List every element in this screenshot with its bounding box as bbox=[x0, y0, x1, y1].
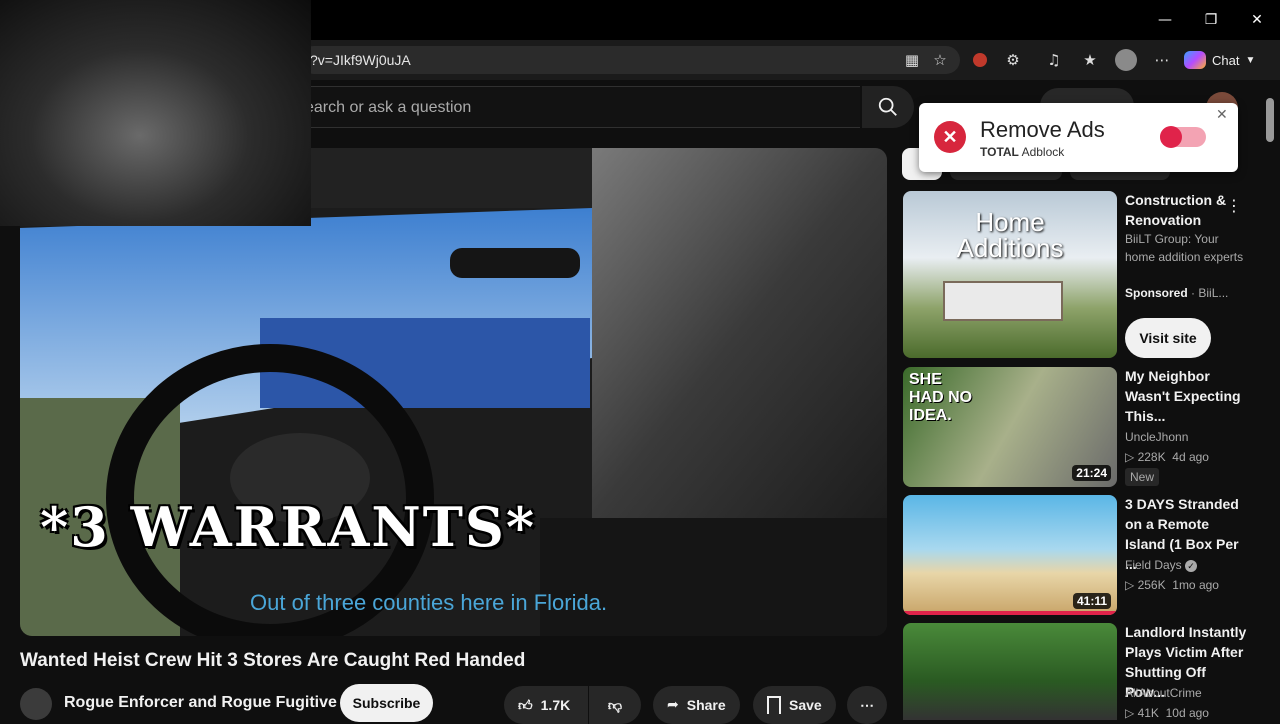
watch-progress-bar bbox=[903, 611, 1117, 615]
bookmark-icon bbox=[767, 696, 781, 714]
channel-name[interactable]: Rogue Enforcer and Rogue Fugitive bbox=[64, 694, 337, 712]
close-popup-icon[interactable]: ✕ bbox=[1216, 107, 1228, 123]
chevron-down-icon: ▼ bbox=[1245, 54, 1256, 66]
ad-sponsored-line: Sponsored · BiiL... bbox=[1125, 286, 1229, 300]
ad-more-vertical-icon[interactable]: ⋮ bbox=[1226, 196, 1242, 215]
close-icon[interactable]: ✕ bbox=[1234, 0, 1280, 40]
chat-label: Chat bbox=[1212, 52, 1240, 68]
new-badge: New bbox=[1125, 468, 1160, 486]
thumbs-up-icon: 👍︎ bbox=[518, 697, 533, 714]
video-title: Wanted Heist Crew Hit 3 Stores Are Caugh… bbox=[20, 650, 526, 671]
share-button[interactable]: ➦ Share bbox=[653, 686, 740, 724]
video-caption: Out of three counties here in Florida. bbox=[250, 590, 608, 615]
adblock-brand-bold: TOTAL bbox=[980, 145, 1019, 159]
house-shape bbox=[943, 281, 1063, 321]
copilot-chat-button[interactable]: Chat ▼ bbox=[1184, 46, 1274, 74]
restore-icon[interactable]: ❐ bbox=[1188, 0, 1234, 40]
video-thumbnail[interactable] bbox=[903, 623, 1117, 720]
favorites-icon[interactable]: ★ bbox=[1078, 48, 1102, 72]
verified-check-icon: ✓ bbox=[1185, 560, 1198, 572]
more-actions-button[interactable]: ⋯ bbox=[847, 686, 887, 724]
upload-age: 10d ago bbox=[1165, 706, 1209, 720]
video-duration: 21:24 bbox=[1072, 465, 1111, 481]
app-available-icon[interactable]: ▦ bbox=[900, 48, 924, 72]
ad-thumb-text-2: Additions bbox=[956, 233, 1064, 263]
subscribe-button[interactable]: Subscribe bbox=[340, 684, 433, 722]
view-count: 41K bbox=[1137, 706, 1159, 720]
visit-site-button[interactable]: Visit site bbox=[1125, 318, 1211, 358]
adblock-x-icon: ✕ bbox=[934, 121, 966, 153]
video-channel[interactable]: AllAboutCrime bbox=[1125, 684, 1202, 702]
view-count: 228K bbox=[1137, 450, 1166, 464]
video-thumbnail[interactable]: SHE HAD NO IDEA. 21:24 bbox=[903, 367, 1117, 487]
profile-avatar-icon[interactable] bbox=[1114, 48, 1138, 72]
extensions-icon[interactable]: ⚙ bbox=[1001, 48, 1025, 72]
adblock-toggle-knob[interactable] bbox=[1160, 126, 1182, 148]
share-arrow-icon: ➦ bbox=[667, 697, 679, 713]
video-channel[interactable]: UncleJhonn bbox=[1125, 428, 1188, 446]
dislike-button[interactable]: 👎︎ bbox=[589, 686, 641, 724]
sponsor-name: BiiL... bbox=[1198, 286, 1229, 300]
save-label: Save bbox=[789, 697, 822, 713]
like-count: 1.7K bbox=[540, 697, 571, 713]
media-control-icon[interactable]: ♫ bbox=[1042, 48, 1066, 72]
video-thumbnail[interactable]: 41:11 bbox=[903, 495, 1117, 615]
extension-adblock-icon[interactable] bbox=[968, 48, 992, 72]
copilot-icon bbox=[1184, 51, 1206, 69]
more-options-icon[interactable]: ⋯ bbox=[1150, 48, 1174, 72]
thumb-overlay-text: SHE HAD NO IDEA. bbox=[909, 371, 973, 424]
channel-avatar[interactable] bbox=[20, 688, 52, 720]
video-duration: 41:11 bbox=[1072, 593, 1111, 609]
video-channel-row: Field Days ✓ bbox=[1125, 556, 1198, 574]
video-overlay-text: *3 WARRANTS* bbox=[40, 495, 537, 559]
favorite-star-icon[interactable]: ☆ bbox=[928, 48, 952, 72]
save-button[interactable]: Save bbox=[753, 686, 836, 724]
search-icon bbox=[878, 97, 897, 116]
share-label: Share bbox=[686, 697, 726, 713]
video-stats: ▷ 41K 10d ago bbox=[1125, 706, 1209, 720]
thumbs-down-icon: 👎︎ bbox=[607, 697, 623, 714]
ad-title[interactable]: Construction & Renovation bbox=[1125, 190, 1227, 230]
adblock-title: Remove Ads bbox=[980, 117, 1105, 142]
sponsored-label: Sponsored bbox=[1125, 286, 1188, 300]
minimize-icon[interactable]: — bbox=[1142, 0, 1188, 40]
video-title[interactable]: My Neighbor Wasn't Expecting This... bbox=[1125, 366, 1247, 426]
adblock-brand: TOTAL Adblock bbox=[980, 145, 1064, 159]
upload-age: 1mo ago bbox=[1172, 578, 1219, 592]
view-count: 256K bbox=[1137, 578, 1166, 592]
video-channel[interactable]: Field Days bbox=[1125, 558, 1182, 572]
more-horizontal-icon: ⋯ bbox=[860, 696, 874, 713]
scrollbar-thumb[interactable] bbox=[1266, 98, 1274, 142]
webcam-overlay bbox=[0, 0, 311, 226]
upload-age: 4d ago bbox=[1172, 450, 1209, 464]
adblock-brand-rest: Adblock bbox=[1021, 145, 1065, 159]
video-stats: ▷ 228K 4d ago bbox=[1125, 450, 1209, 464]
search-button[interactable] bbox=[862, 86, 914, 128]
video-stats: ▷ 256K 1mo ago bbox=[1125, 578, 1219, 592]
ad-thumbnail[interactable]: Home Additions bbox=[903, 191, 1117, 358]
address-bar-url: ?v=JIkf9Wj0uJA bbox=[310, 52, 411, 68]
search-placeholder: earch or ask a question bbox=[305, 99, 472, 116]
ad-description: BiiLT Group: Your home addition experts bbox=[1125, 232, 1244, 264]
like-button[interactable]: 👍︎ 1.7K bbox=[504, 686, 588, 724]
page-scrollbar[interactable] bbox=[1262, 80, 1280, 720]
